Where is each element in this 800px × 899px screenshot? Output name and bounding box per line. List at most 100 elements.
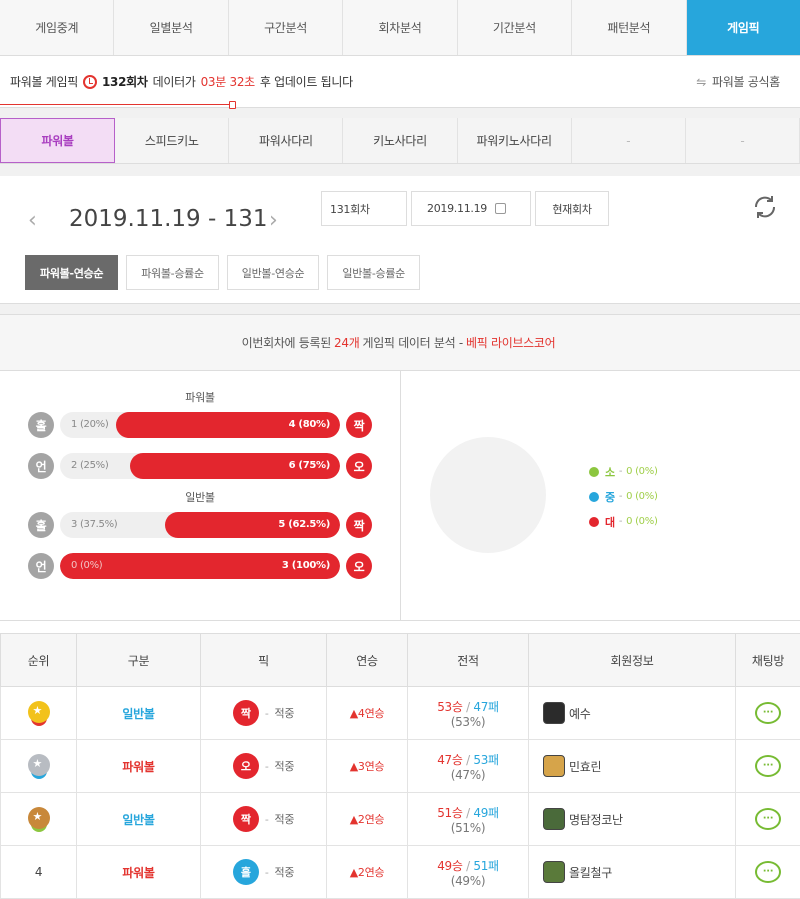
pick-outcome: 적중 [275,864,295,880]
analysis-head-pre: 이번회차에 등록된 [242,334,331,351]
member-info[interactable]: 민효린 [529,755,735,777]
sort-button[interactable]: 일반볼-연승순 [227,255,320,290]
legend-label: 소 [605,464,615,480]
chat-bubble-icon[interactable]: ··· [755,808,781,830]
bar-left-value: 2 (25%) [71,460,108,471]
record-wins: 53승 [437,700,462,714]
legend-dot-icon [589,492,599,502]
game-tab[interactable]: 스피드키노 [115,118,229,163]
record-line: 49승 / 51패 [408,857,528,874]
official-home-label: 파워볼 공식홈 [712,73,780,90]
game-tab[interactable]: 파워키노사다리 [458,118,572,163]
streak-cell: ▲4연승 [327,687,408,740]
sort-button[interactable]: 파워볼-승률순 [126,255,219,290]
member-name[interactable]: 올킬철구 [569,864,612,881]
odd-even-bar-row: 언3 (100%)0 (0%)오 [28,552,372,580]
pick-cell: 오-적중 [201,740,327,793]
bar-right-badge: 오 [346,453,372,479]
chevron-right-icon[interactable]: › [269,208,278,233]
game-tab[interactable]: 파워사다리 [229,118,343,163]
pick-dash: - [265,866,269,879]
link-icon: ⇋ [696,75,706,89]
pick-badge: 짝 [233,806,259,832]
member-name[interactable]: 민효린 [569,758,601,775]
bar-right-value: 6 (75%) [289,460,330,471]
rank-cell: ★ [1,740,77,793]
game-tab[interactable]: 파워볼 [0,118,115,163]
bar-track: 2 (25%) 6 (75%) [60,453,340,479]
win-streak: ▲4연승 [350,707,385,720]
refresh-icon[interactable] [752,194,778,220]
record-percent: (53%) [408,715,528,729]
win-streak: ▲2연승 [350,866,385,879]
member-info[interactable]: 명탐정코난 [529,808,735,830]
bar-left-value: 0 (0%) [71,560,102,571]
member-avatar-icon [543,702,565,724]
info-round: 132회차 [102,73,148,90]
chat-bubble-icon[interactable]: ··· [755,755,781,777]
bar-left-badge: 홀 [28,412,54,438]
bar-right-value: 4 (80%) [289,419,330,430]
member-cell: 명탐정코난 [529,793,736,846]
table-row: 4파워볼홀-적중▲2연승49승 / 51패(49%)올킬철구··· [1,846,800,899]
table-row: ★일반볼짝-적중▲4연승53승 / 47패(53%)예수··· [1,687,800,740]
bar-left-badge: 언 [28,553,54,579]
sort-button[interactable]: 파워볼-연승순 [25,255,118,290]
chat-cell: ··· [736,740,800,793]
game-tab[interactable]: - [572,118,686,163]
top-nav-tab[interactable]: 구간분석 [229,0,343,55]
member-info[interactable]: 예수 [529,702,735,724]
pick-outcome: 적중 [275,758,295,774]
streak-cell: ▲2연승 [327,846,408,899]
member-cell: 예수 [529,687,736,740]
spacer [0,621,800,633]
member-cell: 올킬철구 [529,846,736,899]
pick-cell: 짝-적중 [201,687,327,740]
member-name[interactable]: 명탐정코난 [569,811,623,828]
bar-track: 3 (37.5%)5 (62.5%) [60,512,340,538]
record-wins: 51승 [437,806,462,820]
top-nav-tab[interactable]: 패턴분석 [572,0,686,55]
top-nav-tab[interactable]: 게임픽 [687,0,800,55]
top-nav-tab[interactable]: 게임중계 [0,0,114,55]
chat-bubble-icon[interactable]: ··· [755,861,781,883]
sort-options: 파워볼-연승순파워볼-승률순일반볼-연승순일반볼-승률순 [25,255,420,290]
legend-row: 대-0 (0%) [589,509,658,534]
record-slash: / [463,806,474,820]
sort-button[interactable]: 일반볼-승률순 [327,255,420,290]
bar-left-badge: 홀 [28,512,54,538]
table-header-cell: 전적 [408,634,529,687]
pick-dash: - [265,760,269,773]
chevron-left-icon[interactable]: ‹ [28,208,37,233]
official-home-link[interactable]: ⇋ 파워볼 공식홈 [696,73,780,90]
top-nav-tab[interactable]: 회차분석 [343,0,457,55]
date-field[interactable]: 2019.11.19 [411,191,531,226]
member-name[interactable]: 예수 [569,705,590,722]
round-field[interactable]: 131회차 [321,191,407,226]
game-tabs: 파워볼스피드키노파워사다리키노사다리파워키노사다리-- [0,118,800,164]
calendar-icon[interactable] [495,203,506,214]
member-info[interactable]: 올킬철구 [529,861,735,883]
record-wins: 47승 [437,753,462,767]
record-percent: (49%) [408,874,528,888]
game-tab[interactable]: - [686,118,800,163]
analysis-brand: 베픽 라이브스코어 [466,334,555,351]
record-percent: (47%) [408,768,528,782]
table-header-cell: 픽 [201,634,327,687]
top-nav-tab[interactable]: 기간분석 [458,0,572,55]
current-round-button[interactable]: 현재회차 [535,191,609,226]
top-nav-tab[interactable]: 일별분석 [114,0,228,55]
pick-kind: 파워볼 [122,760,154,774]
bar-right-badge: 오 [346,553,372,579]
chat-bubble-icon[interactable]: ··· [755,702,781,724]
record-line: 53승 / 47패 [408,698,528,715]
bar-right-badge: 짝 [346,412,372,438]
game-tab[interactable]: 키노사다리 [343,118,457,163]
spacer [0,164,800,176]
bronze-medal-icon: ★ [28,807,50,829]
pick-dash: - [265,707,269,720]
legend-separator: - [619,516,622,527]
date-selector: ‹ 2019.11.19 - 131 › 131회차 2019.11.19 현재… [0,176,800,304]
record-line: 47승 / 53패 [408,751,528,768]
odd-even-bars: 파워볼 홀1 (20%)4 (80%)짝언2 (25%)6 (75%)오 일반볼… [0,371,401,620]
